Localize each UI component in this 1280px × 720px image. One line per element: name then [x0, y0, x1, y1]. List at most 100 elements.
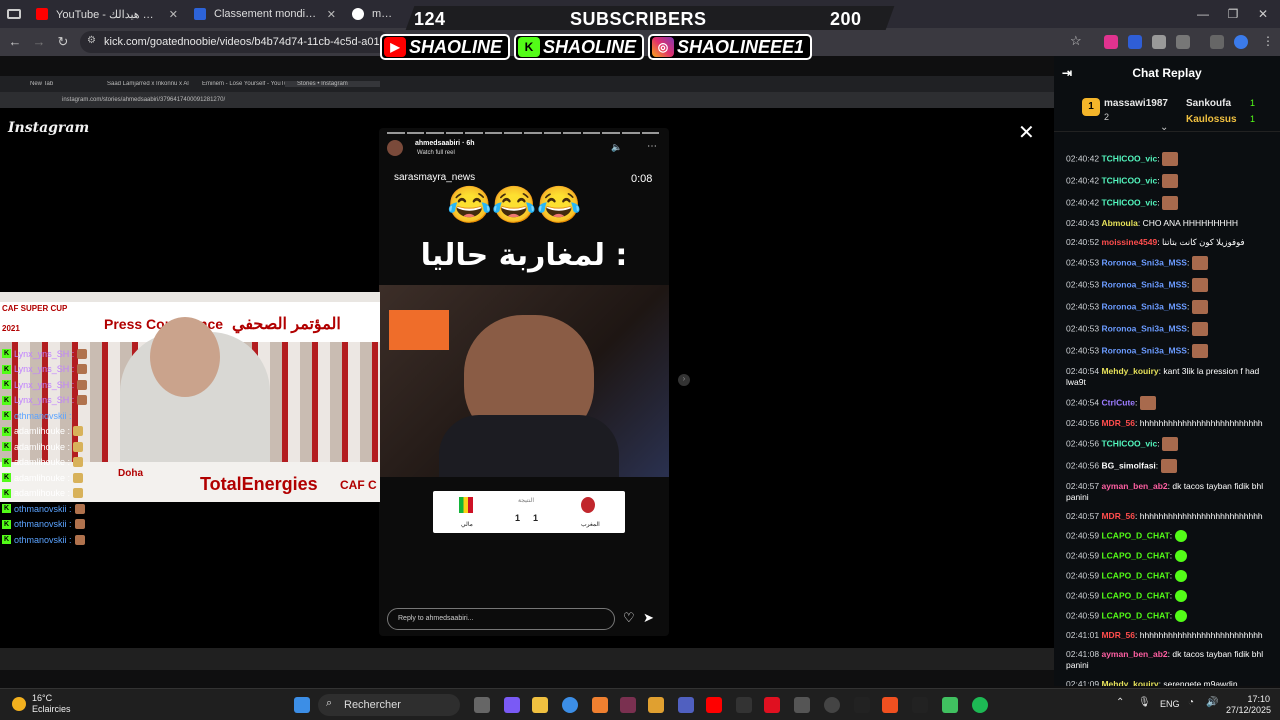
tab-list-icon: [7, 9, 21, 19]
browser-menu-icon[interactable]: ⋮: [1262, 34, 1274, 48]
youtube-icon[interactable]: [706, 697, 722, 713]
chat-replay-panel: ⇥ Chat Replay 1 massawi1987 2 Sankoufa 1…: [1054, 56, 1280, 686]
overlay-chat-row: Kothmanovskii :: [2, 532, 122, 548]
chat-username[interactable]: LCAPO_D_CHAT: [1101, 610, 1169, 620]
chrome-icon[interactable]: [562, 697, 578, 713]
chat-username[interactable]: moissine4549: [1101, 237, 1157, 247]
extension-icon[interactable]: [1104, 35, 1118, 49]
overlay-chat-user: adamlihouke :: [14, 426, 71, 437]
spotify-icon[interactable]: [972, 697, 988, 713]
chat-username[interactable]: Roronoa_Sni3a_MSS: [1101, 345, 1187, 355]
network-icon[interactable]: ◔: [1188, 697, 1194, 708]
app-icon[interactable]: [794, 697, 810, 713]
chat-username[interactable]: Abmoula: [1101, 218, 1137, 228]
expand-leaderboard-icon[interactable]: ⌄: [1160, 122, 1168, 133]
chat-timestamp: 02:40:59: [1066, 590, 1100, 601]
back-icon[interactable]: ←: [3, 34, 27, 49]
chat-username[interactable]: MDR_56: [1101, 630, 1135, 640]
language-indicator[interactable]: ENG: [1160, 699, 1180, 709]
tab-youtube[interactable]: YouTube - منتخب زمان هيدالك ✕: [28, 0, 186, 28]
chat-username[interactable]: ayman_ben_ab2: [1101, 481, 1167, 491]
chat-username[interactable]: LCAPO_D_CHAT: [1101, 550, 1169, 560]
file-explorer-icon[interactable]: [532, 697, 548, 713]
collapse-chat-icon[interactable]: ⇥: [1062, 66, 1072, 80]
tray-chevron-icon[interactable]: ⌃: [1116, 697, 1124, 708]
chat-username[interactable]: TCHICOO_vic: [1101, 197, 1157, 207]
taskbar-search[interactable]: ⌕ Rechercher: [318, 694, 460, 716]
extension-icon[interactable]: [1128, 35, 1142, 49]
app-icon[interactable]: [648, 697, 664, 713]
close-tab-icon[interactable]: ✕: [169, 8, 178, 21]
chat-username[interactable]: LCAPO_D_CHAT: [1101, 590, 1169, 600]
extension-icon[interactable]: [1152, 35, 1166, 49]
teams-icon[interactable]: [678, 697, 694, 713]
emote: [77, 379, 88, 390]
copilot-icon[interactable]: [504, 697, 520, 713]
weather-icon[interactable]: [12, 697, 26, 711]
url-field[interactable]: ⚙ kick.com/goatednoobie/videos/b4b74d74-…: [80, 31, 390, 53]
chat-username[interactable]: LCAPO_D_CHAT: [1101, 530, 1169, 540]
story-progress: [387, 132, 660, 134]
chat-message: 02:41:01 MDR_56: hhhhhhhhhhhhhhhhhhhhhhh…: [1066, 630, 1263, 640]
more-icon: ⋯: [647, 141, 657, 152]
chat-username[interactable]: Mehdy_kouiry: [1101, 679, 1158, 686]
windows-start-icon[interactable]: [294, 697, 310, 713]
app-icon[interactable]: [854, 697, 870, 713]
chat-username[interactable]: Mehdy_kouiry: [1101, 366, 1158, 376]
chat-username[interactable]: Roronoa_Sni3a_MSS: [1101, 257, 1187, 267]
chat-timestamp: 02:40:59: [1066, 610, 1100, 621]
overlay-chat-user: othmanovskii :: [14, 519, 72, 530]
chat-username[interactable]: Roronoa_Sni3a_MSS: [1101, 279, 1187, 289]
app-icon[interactable]: [824, 697, 840, 713]
app-icon[interactable]: [912, 697, 928, 713]
chat-message: 02:40:56 TCHICOO_vic:: [1054, 433, 1280, 455]
profile-avatar[interactable]: [1234, 35, 1248, 49]
chat-message: 02:40:57 ayman_ben_ab2: dk tacos tayban …: [1066, 481, 1264, 502]
app-icon[interactable]: [736, 697, 752, 713]
chat-username[interactable]: TCHICOO_vic: [1101, 438, 1157, 448]
app-icon[interactable]: [592, 697, 608, 713]
youtube-icon: ▶: [384, 37, 406, 57]
site-info-icon[interactable]: ⚙: [87, 35, 96, 46]
chat-username[interactable]: Roronoa_Sni3a_MSS: [1101, 301, 1187, 311]
task-view-icon[interactable]: [474, 697, 490, 713]
overlay-chat-user: adamlihouke :: [14, 441, 71, 452]
volume-icon[interactable]: 🔊: [1206, 697, 1218, 708]
taskbar-clock[interactable]: 17:10 27/12/2025: [1226, 694, 1271, 716]
extensions-puzzle-icon[interactable]: [1176, 35, 1190, 49]
bookmark-star-icon[interactable]: ☆: [1070, 33, 1082, 49]
brave-icon[interactable]: [882, 697, 898, 713]
emote: [74, 503, 85, 514]
chat-username[interactable]: CtrlCute: [1101, 397, 1135, 407]
netflix-icon[interactable]: [764, 697, 780, 713]
reading-list-icon[interactable]: [1210, 35, 1224, 49]
minimize-icon[interactable]: —: [1186, 0, 1220, 28]
maximize-icon[interactable]: ❐: [1216, 0, 1250, 28]
reload-icon[interactable]: ↻: [51, 34, 75, 50]
tab-fifa[interactable]: Classement mondial FIFA/Coca ✕: [186, 0, 344, 28]
chat-username[interactable]: MDR_56: [1101, 418, 1135, 428]
inner-tab: Saad Lamjarred x Inkonnu x Al: [107, 81, 189, 87]
stream-video[interactable]: New Tab Saad Lamjarred x Inkonnu x Al Em…: [0, 76, 1054, 670]
chat-username[interactable]: LCAPO_D_CHAT: [1101, 570, 1169, 580]
chat-text: hhhhhhhhhhhhhhhhhhhhhhhhhh: [1139, 418, 1263, 428]
chat-username[interactable]: MDR_56: [1101, 511, 1135, 521]
story-reply-field: Reply to ahmedsaabiri...: [387, 608, 615, 630]
close-window-icon[interactable]: ✕: [1246, 0, 1280, 28]
chat-username[interactable]: TCHICOO_vic: [1101, 175, 1157, 185]
app-icon[interactable]: [942, 697, 958, 713]
chat-username[interactable]: TCHICOO_vic: [1101, 153, 1157, 163]
weather-widget[interactable]: 16°C Eclaircies: [32, 693, 71, 715]
app-icon[interactable]: [620, 697, 636, 713]
chat-username[interactable]: BG_simolfasi: [1101, 460, 1155, 470]
leader-count: 1: [1250, 114, 1256, 124]
emote: [73, 457, 84, 468]
tab-menu-icon[interactable]: [0, 0, 28, 28]
chat-messages: 02:40:42 TCHICOO_vic: 02:40:42 TCHICOO_v…: [1054, 148, 1280, 686]
chat-username[interactable]: ayman_ben_ab2: [1101, 649, 1167, 659]
emote-icon: [1161, 152, 1178, 166]
forward-icon[interactable]: →: [27, 34, 51, 49]
close-tab-icon[interactable]: ✕: [327, 8, 336, 21]
mic-icon[interactable]: 🎙: [1138, 697, 1151, 708]
chat-username[interactable]: Roronoa_Sni3a_MSS: [1101, 323, 1187, 333]
